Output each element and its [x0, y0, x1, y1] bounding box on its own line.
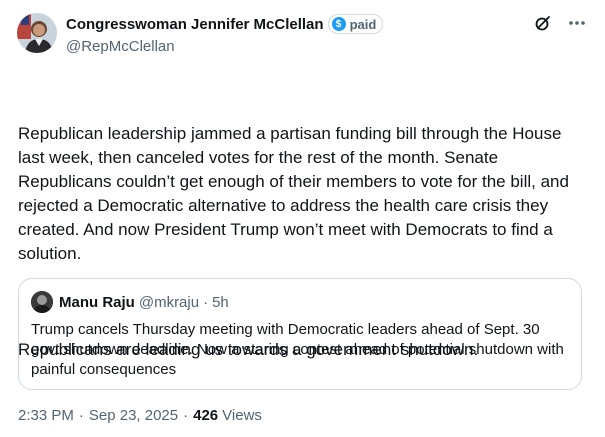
author-name-row: Congresswoman Jennifer McClellan $ paid [66, 13, 384, 35]
views-count: 426 [193, 407, 219, 424]
tweet-actions-top [533, 12, 587, 34]
meta-separator-2: · [183, 407, 189, 424]
quoted-time: 5h [212, 293, 229, 311]
dollar-icon: $ [331, 17, 346, 31]
author-handle[interactable]: @RepMcClellan [66, 38, 175, 55]
quoted-author-handle: @mkraju [138, 293, 200, 311]
more-icon[interactable] [567, 12, 587, 34]
grok-icon[interactable] [533, 12, 553, 34]
paid-badge[interactable]: $ paid [327, 14, 384, 34]
paid-badge-label: paid [349, 16, 377, 32]
tweet-card: Congresswoman Jennifer McClellan $ paid … [0, 0, 605, 437]
quoted-separator: · [203, 293, 209, 311]
tweet-paragraph-1: Republican leadership jammed a partisan … [18, 124, 574, 263]
quoted-tweet-header: Manu Raju @mkraju · 5h [31, 291, 229, 313]
tweet-date[interactable]: Sep 23, 2025 [89, 407, 178, 424]
tweet-time[interactable]: 2:33 PM [18, 407, 74, 424]
quoted-tweet[interactable]: Manu Raju @mkraju · 5h Trump cancels Thu… [18, 278, 582, 390]
quoted-author-name: Manu Raju [59, 293, 135, 311]
author-display-name[interactable]: Congresswoman Jennifer McClellan [66, 16, 324, 33]
quoted-tweet-text: Trump cancels Thursday meeting with Demo… [31, 321, 564, 378]
quoted-author-avatar [31, 291, 53, 313]
author-avatar[interactable] [17, 13, 57, 53]
views-label: Views [222, 407, 262, 424]
tweet-meta: 2:33 PM · Sep 23, 2025 · 426 Views [18, 407, 262, 424]
meta-separator: · [78, 407, 84, 424]
